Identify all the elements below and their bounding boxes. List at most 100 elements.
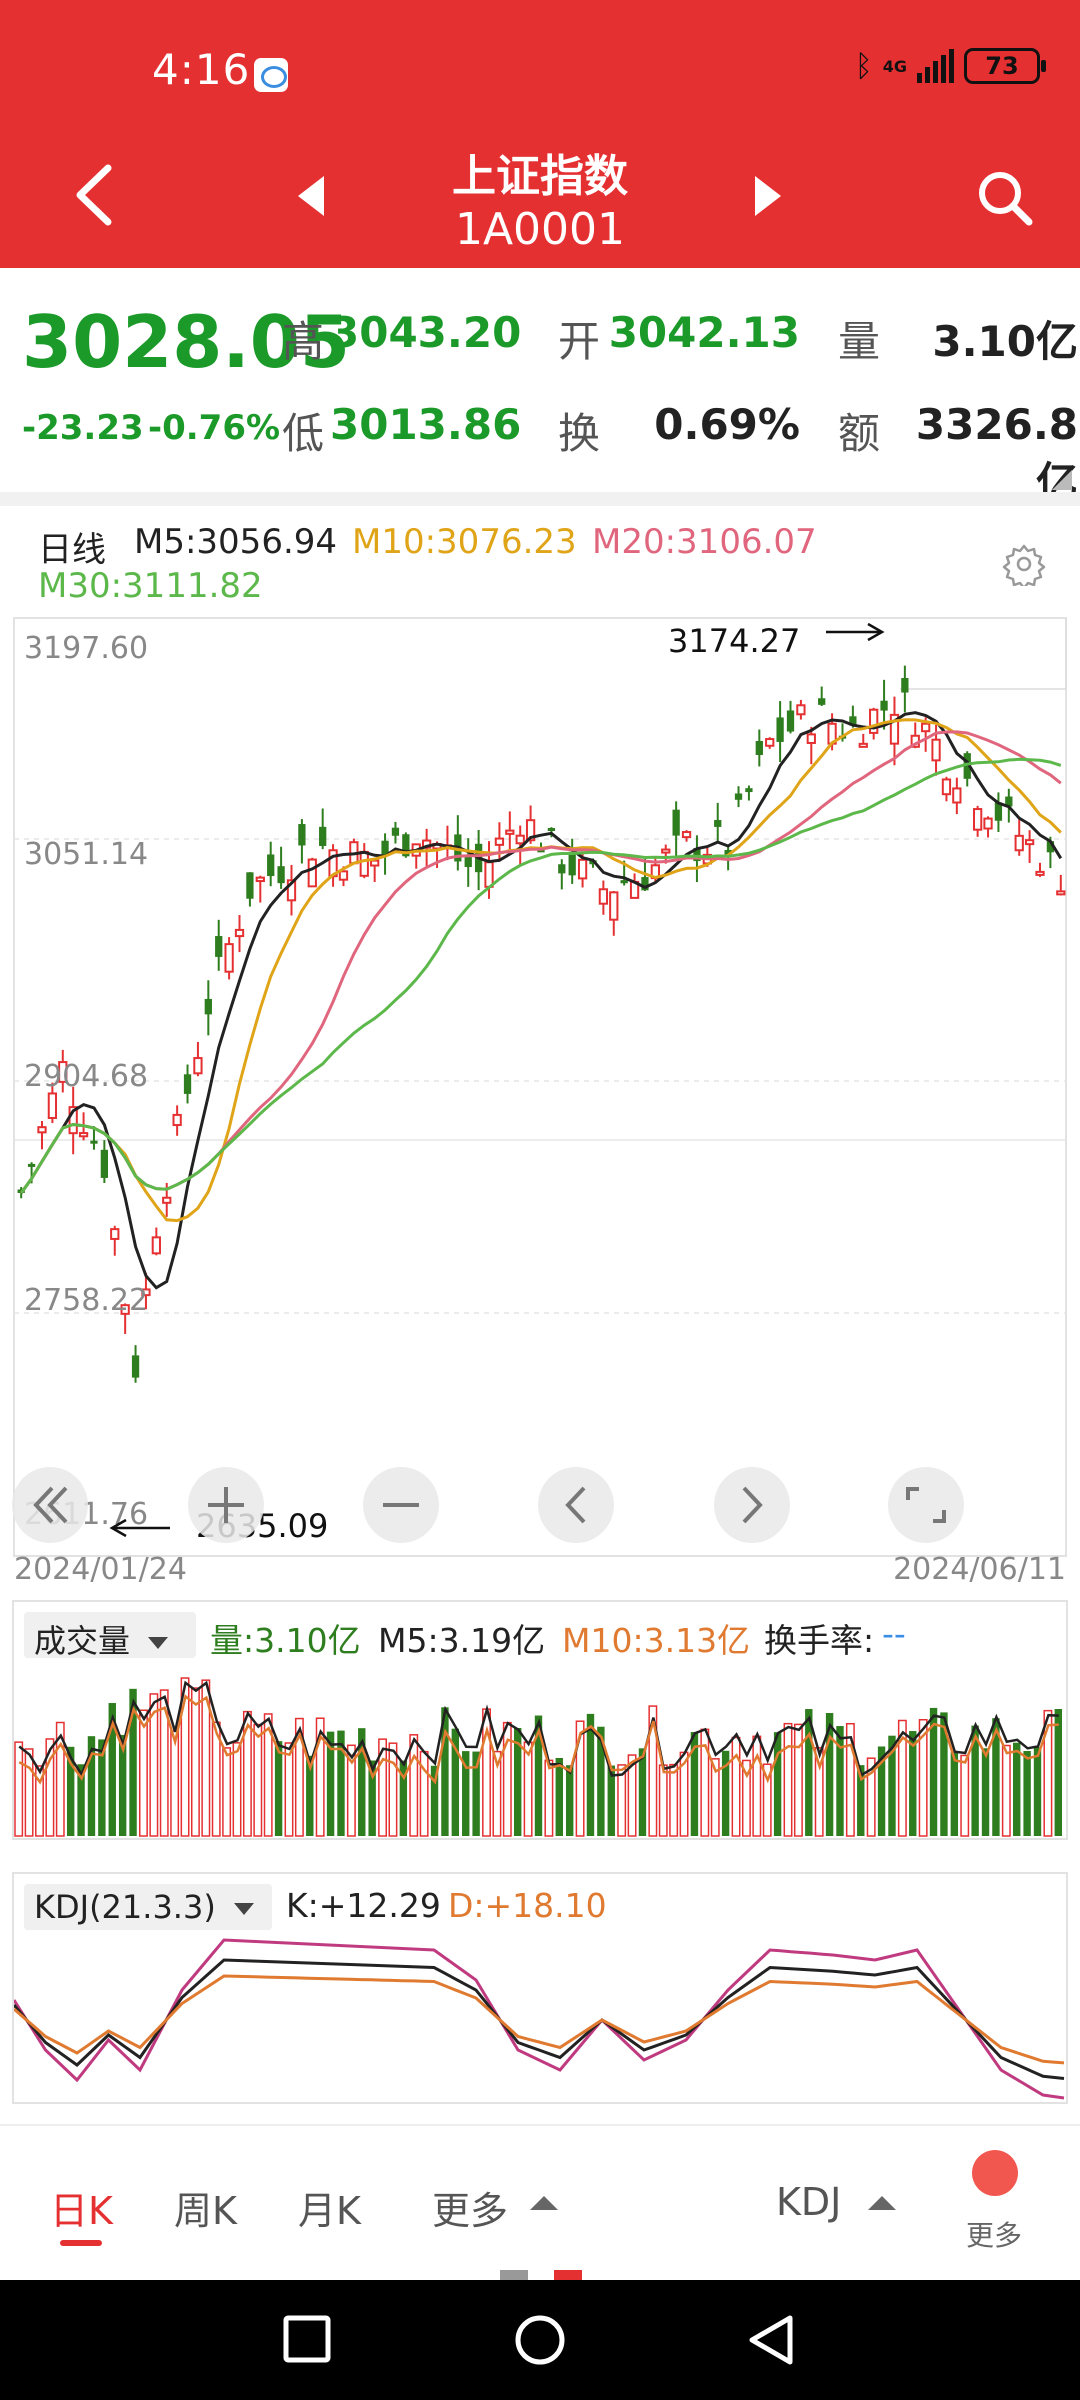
turnover-label: 换 [558, 409, 601, 458]
ma30-value: M30:3111.82 [38, 566, 263, 606]
candle-body [568, 851, 576, 876]
volume-bar [658, 1764, 668, 1837]
candle-body [714, 820, 722, 827]
candle-body [806, 733, 816, 744]
candle-body [505, 829, 515, 835]
price-tick-4: 2758.22 [24, 1283, 148, 1318]
candle-body [941, 778, 952, 796]
tab-monthly-k[interactable]: 月K [298, 2180, 361, 2235]
volume-bar [253, 1723, 263, 1837]
ma10-value: M10:3076.23 [352, 522, 577, 562]
price-tick-2: 3051.14 [24, 837, 148, 872]
candle-body [577, 858, 588, 880]
candle-body [765, 738, 775, 747]
kdj-j-line [14, 1938, 1065, 2100]
candle-body [319, 826, 327, 846]
candle-body [776, 717, 784, 742]
open-label: 开 [558, 317, 601, 366]
candle-body [298, 824, 306, 846]
volume-bar [14, 1741, 24, 1837]
volume-chart [14, 1677, 1062, 1837]
volume-bar [981, 1748, 990, 1836]
candle-body [224, 943, 234, 973]
bluetooth-icon: ᛒ [854, 48, 873, 84]
status-icons: ᛒ 4G 73 [854, 48, 1046, 84]
volume-bar [523, 1741, 533, 1837]
volume-bar [1001, 1744, 1011, 1837]
candle-body [255, 876, 265, 883]
indicator-selector-label: KDJ(21.3.3) [34, 1888, 216, 1926]
tab-weekly-k[interactable]: 周K [174, 2180, 237, 2235]
scroll-left-button[interactable] [538, 1467, 614, 1543]
message-app-icon [254, 58, 288, 92]
volume-value: 量:3.10亿 [210, 1621, 361, 1660]
high-value: 3043.20 [330, 308, 522, 357]
system-nav-bar [0, 2280, 1080, 2400]
section-divider [0, 492, 1080, 506]
volume-bar [565, 1765, 574, 1836]
tab-more[interactable]: 更多 [432, 2180, 508, 2235]
indicator-selector[interactable]: KDJ(21.3.3) [24, 1884, 272, 1930]
candle-body [796, 704, 806, 716]
candle-body [90, 1140, 98, 1144]
candle-body [193, 1057, 203, 1075]
search-icon[interactable] [975, 168, 1035, 228]
candle-body [162, 1196, 172, 1204]
indicator-tab[interactable]: KDJ [776, 2180, 841, 2224]
candle-body [267, 854, 275, 877]
battery-icon: 73 [964, 48, 1046, 84]
tab-daily-k[interactable]: 日K [50, 2180, 113, 2235]
volume-bar [783, 1722, 793, 1837]
page-title: 上证指数 [452, 151, 628, 202]
signal-icon [917, 49, 954, 83]
candle-body [204, 998, 212, 1015]
candle-body [1056, 890, 1066, 896]
candle-body [983, 817, 993, 830]
candle-body [131, 1355, 140, 1378]
volume-bar [773, 1732, 782, 1836]
zoom-in-button[interactable] [188, 1467, 264, 1543]
stock-code: 1A0001 [454, 204, 626, 255]
volume-bar [544, 1759, 554, 1837]
candle-body [755, 740, 763, 756]
fullscreen-button[interactable] [888, 1467, 964, 1543]
kline-chart[interactable]: 3197.60 3051.14 2904.68 2758.22 2611.76 … [0, 612, 1080, 1612]
volume-bar [731, 1736, 741, 1837]
volume-bar [752, 1735, 762, 1837]
low-label: 低 [282, 409, 325, 458]
candle-body [598, 888, 609, 905]
volume-bar [669, 1763, 679, 1837]
volume-selector[interactable]: 成交量 [24, 1612, 196, 1660]
nav-back-icon[interactable] [744, 2312, 800, 2368]
volume-bar [950, 1752, 959, 1836]
candle-body [620, 880, 628, 884]
volume-bar [284, 1742, 294, 1837]
recent-apps-icon[interactable] [282, 2314, 334, 2366]
turnover-rate-label: 换手率: [764, 1621, 875, 1660]
more-button-label[interactable]: 更多 [966, 2214, 1022, 2254]
scroll-right-button[interactable] [714, 1467, 790, 1543]
candle-body [745, 788, 753, 793]
candle-body [734, 793, 743, 800]
price-tick-1: 3197.60 [24, 631, 148, 666]
zoom-out-button[interactable] [363, 1467, 439, 1543]
settings-gear-icon[interactable] [1002, 542, 1046, 586]
expand-corner-icon[interactable] [1052, 470, 1072, 490]
volume-label: 量 [838, 317, 881, 366]
candle-body [672, 809, 680, 836]
volume-bar [638, 1748, 647, 1836]
candle-body [681, 831, 692, 839]
candle-body [818, 698, 826, 705]
more-button-icon[interactable] [972, 2150, 1018, 2196]
network-type: 4G [882, 56, 907, 76]
rewind-button[interactable] [12, 1467, 88, 1543]
candle-body [661, 848, 671, 854]
home-icon[interactable] [512, 2312, 568, 2368]
candle-body [110, 1228, 120, 1240]
candle-body [246, 872, 254, 899]
ma5-value: M5:3056.94 [134, 522, 338, 562]
next-stock-icon[interactable] [755, 176, 781, 216]
volume-m5: M5:3.19亿 [378, 1621, 546, 1660]
volume-bar [555, 1757, 563, 1836]
volume-bar [139, 1709, 148, 1837]
